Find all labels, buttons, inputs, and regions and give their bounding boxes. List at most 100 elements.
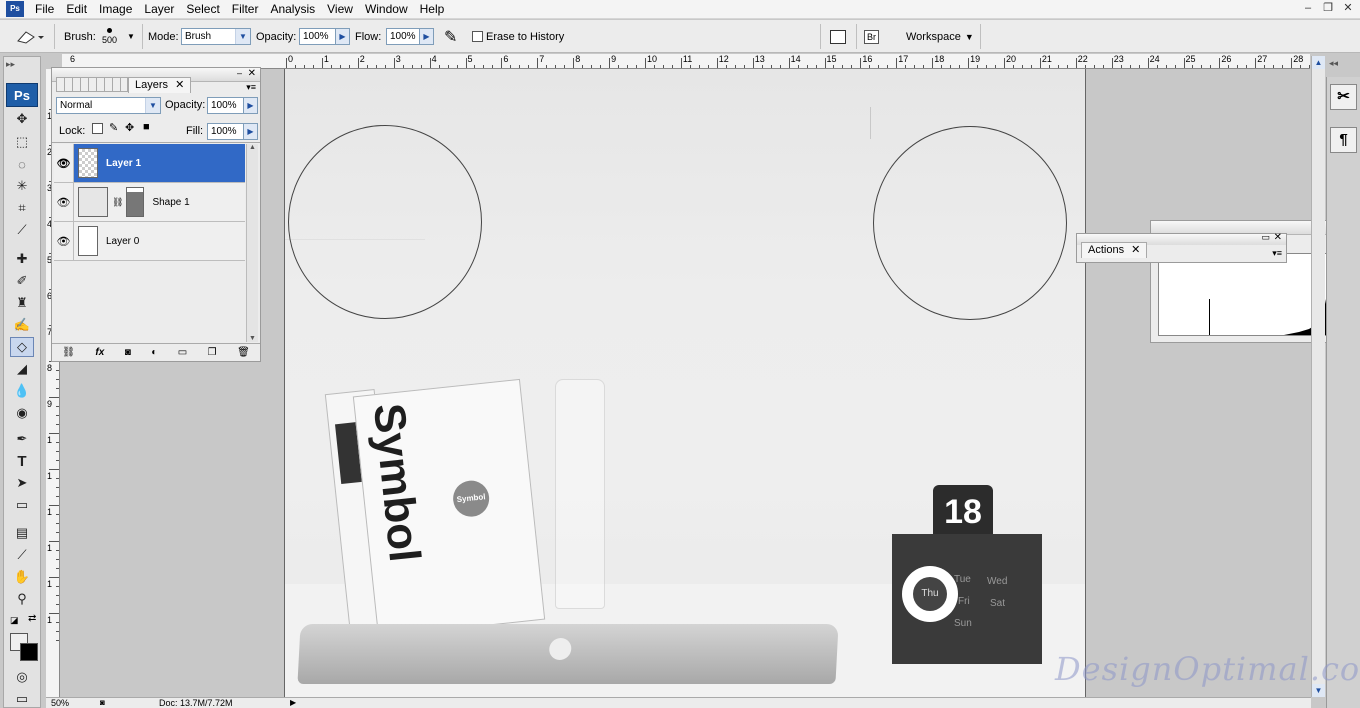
- rectangle-tool-icon[interactable]: ▭: [10, 495, 34, 515]
- link-layers-icon[interactable]: ⛓: [62, 347, 75, 358]
- eye-icon[interactable]: 👁: [54, 183, 74, 221]
- lock-position-icon[interactable]: ✥: [125, 121, 134, 134]
- menu-edit[interactable]: Edit: [60, 0, 93, 19]
- hand-tool-icon[interactable]: ✋: [10, 567, 34, 587]
- layer-row-layer-1[interactable]: 👁 Layer 1: [54, 144, 245, 183]
- collapsed-tabs[interactable]: [56, 77, 128, 92]
- slice-tool-icon[interactable]: ⟋: [10, 220, 34, 240]
- tab-layers[interactable]: Layers ✕: [128, 77, 192, 93]
- path-selection-icon[interactable]: ➤: [10, 473, 34, 493]
- menu-window[interactable]: Window: [359, 0, 414, 19]
- history-brush-icon[interactable]: ✍: [10, 315, 34, 335]
- mode-select[interactable]: Brush ▼: [181, 28, 251, 45]
- blend-mode-select[interactable]: Normal ▼: [56, 97, 161, 114]
- eye-icon[interactable]: 👁: [54, 222, 74, 260]
- menu-view[interactable]: View: [321, 0, 359, 19]
- chevron-down-icon[interactable]: ▼: [965, 32, 974, 42]
- workspace-menu[interactable]: Workspace: [906, 31, 961, 43]
- link-icon[interactable]: ⛓: [112, 197, 123, 208]
- tool-presets-icon[interactable]: ✂: [1330, 84, 1357, 110]
- lock-transparency-icon[interactable]: [92, 123, 103, 134]
- close-icon[interactable]: ✕: [1340, 1, 1356, 16]
- background-color-swatch[interactable]: [20, 643, 38, 661]
- layer-opacity-arrow-icon[interactable]: ▶: [244, 97, 258, 114]
- minimize-panel-icon[interactable]: –: [237, 68, 242, 78]
- collapse-icon[interactable]: ▸▸: [6, 59, 15, 70]
- minimize-panel-icon[interactable]: ▭: [1261, 232, 1270, 243]
- canvas-vertical-scrollbar[interactable]: ▲ ▼: [1311, 56, 1325, 697]
- lasso-tool-icon[interactable]: ◌: [10, 154, 34, 174]
- close-tab-icon[interactable]: ✕: [175, 79, 184, 91]
- status-menu-arrow-icon[interactable]: ▶: [290, 698, 296, 708]
- menu-help[interactable]: Help: [414, 0, 451, 19]
- paint-bucket-icon[interactable]: ◢: [10, 359, 34, 379]
- new-layer-icon[interactable]: ❐: [208, 347, 217, 358]
- brush-tool-icon[interactable]: ✐: [10, 271, 34, 291]
- menu-filter[interactable]: Filter: [226, 0, 265, 19]
- layers-scrollbar[interactable]: ▲ ▼: [246, 144, 258, 342]
- minimize-icon[interactable]: –: [1300, 1, 1316, 16]
- menu-layer[interactable]: Layer: [138, 0, 180, 19]
- scroll-up-icon[interactable]: ▲: [1312, 56, 1325, 69]
- menu-analysis[interactable]: Analysis: [264, 0, 321, 19]
- eye-icon[interactable]: 👁: [54, 144, 74, 182]
- status-icon[interactable]: ◙: [100, 698, 105, 708]
- blur-tool-icon[interactable]: 💧: [10, 381, 34, 401]
- type-tool-icon[interactable]: T: [10, 451, 34, 471]
- paragraph-icon[interactable]: ¶: [1330, 127, 1357, 153]
- close-tab-icon[interactable]: ✕: [1131, 244, 1140, 256]
- close-panel-icon[interactable]: ✕: [248, 68, 256, 79]
- bridge-icon[interactable]: Br: [864, 29, 879, 44]
- fill-arrow-icon[interactable]: ▶: [244, 123, 258, 140]
- marquee-tool-icon[interactable]: ⬚: [10, 132, 34, 152]
- opacity-field[interactable]: 100%: [299, 28, 336, 45]
- new-group-icon[interactable]: ▭: [178, 347, 187, 358]
- zoom-tool-icon[interactable]: ⚲: [10, 589, 34, 609]
- lock-all-icon[interactable]: ■: [143, 121, 150, 133]
- scroll-up-icon[interactable]: ▲: [247, 144, 258, 151]
- move-tool-icon[interactable]: ✥: [10, 109, 34, 129]
- clone-stamp-icon[interactable]: ♜: [10, 293, 34, 313]
- erase-history-checkbox[interactable]: [472, 31, 483, 42]
- swap-colors-icon[interactable]: ⇄: [28, 613, 36, 624]
- adjustment-layer-icon[interactable]: ◐: [151, 347, 157, 358]
- healing-brush-icon[interactable]: ✚: [10, 249, 34, 269]
- zoom-level[interactable]: 50%: [51, 698, 69, 708]
- lock-pixels-icon[interactable]: ✎: [109, 121, 118, 134]
- default-colors-icon[interactable]: ◪: [10, 615, 19, 626]
- menu-image[interactable]: Image: [93, 0, 138, 19]
- layer-row-shape-1[interactable]: 👁 ⛓ Shape 1: [54, 183, 245, 222]
- expand-dock-icon[interactable]: ◂◂: [1329, 58, 1338, 69]
- tab-actions[interactable]: Actions ✕: [1081, 242, 1148, 258]
- delete-layer-icon[interactable]: 🗑: [237, 347, 250, 358]
- dodge-tool-icon[interactable]: ◉: [10, 403, 34, 423]
- eyedropper-icon[interactable]: ⟋: [10, 545, 34, 565]
- airbrush-icon[interactable]: ✎: [444, 27, 457, 47]
- restore-icon[interactable]: ❐: [1320, 1, 1336, 16]
- panel-menu-icon[interactable]: ▾≡: [246, 82, 256, 93]
- fill-field[interactable]: 100%: [207, 123, 244, 140]
- screen-mode-icon[interactable]: ▭: [10, 689, 34, 708]
- eraser-tool-icon[interactable]: ◇: [10, 337, 34, 357]
- opacity-slider-arrow-icon[interactable]: ▶: [336, 28, 350, 45]
- scroll-down-icon[interactable]: ▼: [247, 335, 258, 342]
- brush-picker[interactable]: 500: [102, 20, 117, 53]
- layer-row-layer-0[interactable]: 👁 Layer 0: [54, 222, 245, 261]
- document-canvas[interactable]: Symbol Symbol 18 Thu Tue Wed Fri Sat Sun: [284, 69, 1086, 697]
- close-panel-icon[interactable]: ✕: [1274, 232, 1282, 243]
- menu-select[interactable]: Select: [180, 0, 225, 19]
- crop-tool-icon[interactable]: ⌗: [10, 198, 34, 218]
- palette-well-icon[interactable]: [830, 29, 846, 44]
- layer-opacity-field[interactable]: 100%: [207, 97, 244, 114]
- layer-style-icon[interactable]: fx: [95, 347, 104, 358]
- chevron-down-icon[interactable]: ▼: [127, 32, 135, 41]
- flow-slider-arrow-icon[interactable]: ▶: [420, 28, 434, 45]
- pen-tool-icon[interactable]: ✒: [10, 429, 34, 449]
- quick-mask-icon[interactable]: ◎: [10, 667, 34, 687]
- flow-field[interactable]: 100%: [386, 28, 420, 45]
- add-mask-icon[interactable]: ◙: [125, 347, 131, 358]
- tool-preset-picker[interactable]: [14, 20, 44, 53]
- notes-tool-icon[interactable]: ▤: [10, 523, 34, 543]
- magic-wand-icon[interactable]: ✳: [10, 176, 34, 196]
- menu-file[interactable]: File: [29, 0, 60, 19]
